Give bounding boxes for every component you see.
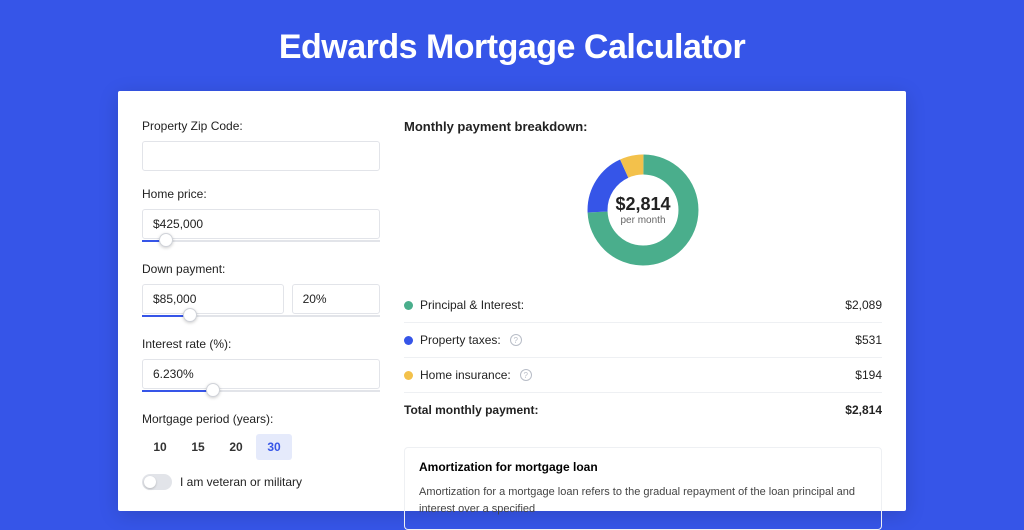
home-price-label: Home price: xyxy=(142,187,380,201)
veteran-toggle[interactable] xyxy=(142,474,172,490)
legend-row-insurance: Home insurance: ? $194 xyxy=(404,357,882,392)
period-btn-30[interactable]: 30 xyxy=(256,434,292,460)
zip-label: Property Zip Code: xyxy=(142,119,380,133)
zip-group: Property Zip Code: xyxy=(142,119,380,171)
period-buttons: 10 15 20 30 xyxy=(142,434,380,460)
down-payment-group: Down payment: xyxy=(142,262,380,321)
form-column: Property Zip Code: Home price: Down paym… xyxy=(142,119,380,511)
total-label: Total monthly payment: xyxy=(404,403,538,417)
interest-group: Interest rate (%): xyxy=(142,337,380,396)
period-group: Mortgage period (years): 10 15 20 30 xyxy=(142,412,380,460)
legend-row-total: Total monthly payment: $2,814 xyxy=(404,392,882,427)
home-price-slider[interactable] xyxy=(142,238,380,246)
legend-row-taxes: Property taxes: ? $531 xyxy=(404,322,882,357)
slider-thumb[interactable] xyxy=(206,383,220,397)
legend-value: $531 xyxy=(855,333,882,347)
info-icon[interactable]: ? xyxy=(510,334,522,346)
legend-label: Home insurance: xyxy=(420,368,511,382)
breakdown-title: Monthly payment breakdown: xyxy=(404,119,882,134)
amortization-text: Amortization for a mortgage loan refers … xyxy=(419,484,867,517)
interest-slider[interactable] xyxy=(142,388,380,396)
total-value: $2,814 xyxy=(845,403,882,417)
down-payment-slider[interactable] xyxy=(142,313,380,321)
home-price-input[interactable] xyxy=(142,209,380,239)
legend-row-principal: Principal & Interest: $2,089 xyxy=(404,288,882,322)
legend-value: $2,089 xyxy=(845,298,882,312)
breakdown-column: Monthly payment breakdown: $2,814 per mo… xyxy=(404,119,882,511)
interest-label: Interest rate (%): xyxy=(142,337,380,351)
info-icon[interactable]: ? xyxy=(520,369,532,381)
period-btn-15[interactable]: 15 xyxy=(180,434,216,460)
legend-label: Property taxes: xyxy=(420,333,501,347)
amortization-box: Amortization for mortgage loan Amortizat… xyxy=(404,447,882,530)
donut-chart: $2,814 per month xyxy=(404,144,882,288)
slider-thumb[interactable] xyxy=(159,233,173,247)
legend-label: Principal & Interest: xyxy=(420,298,524,312)
home-price-group: Home price: xyxy=(142,187,380,246)
down-payment-input[interactable] xyxy=(142,284,284,314)
down-payment-pct-input[interactable] xyxy=(292,284,380,314)
zip-input[interactable] xyxy=(142,141,380,171)
period-label: Mortgage period (years): xyxy=(142,412,380,426)
veteran-label: I am veteran or military xyxy=(180,475,302,489)
period-btn-10[interactable]: 10 xyxy=(142,434,178,460)
donut-sub: per month xyxy=(620,215,665,226)
slider-thumb[interactable] xyxy=(183,308,197,322)
legend: Principal & Interest: $2,089 Property ta… xyxy=(404,288,882,427)
calculator-card: Property Zip Code: Home price: Down paym… xyxy=(118,91,906,511)
donut-amount: $2,814 xyxy=(615,194,670,215)
amortization-title: Amortization for mortgage loan xyxy=(419,460,867,474)
dot-icon xyxy=(404,371,413,380)
dot-icon xyxy=(404,301,413,310)
page-title: Edwards Mortgage Calculator xyxy=(0,0,1024,91)
down-payment-label: Down payment: xyxy=(142,262,380,276)
veteran-row: I am veteran or military xyxy=(142,474,380,490)
interest-input[interactable] xyxy=(142,359,380,389)
period-btn-20[interactable]: 20 xyxy=(218,434,254,460)
dot-icon xyxy=(404,336,413,345)
legend-value: $194 xyxy=(855,368,882,382)
